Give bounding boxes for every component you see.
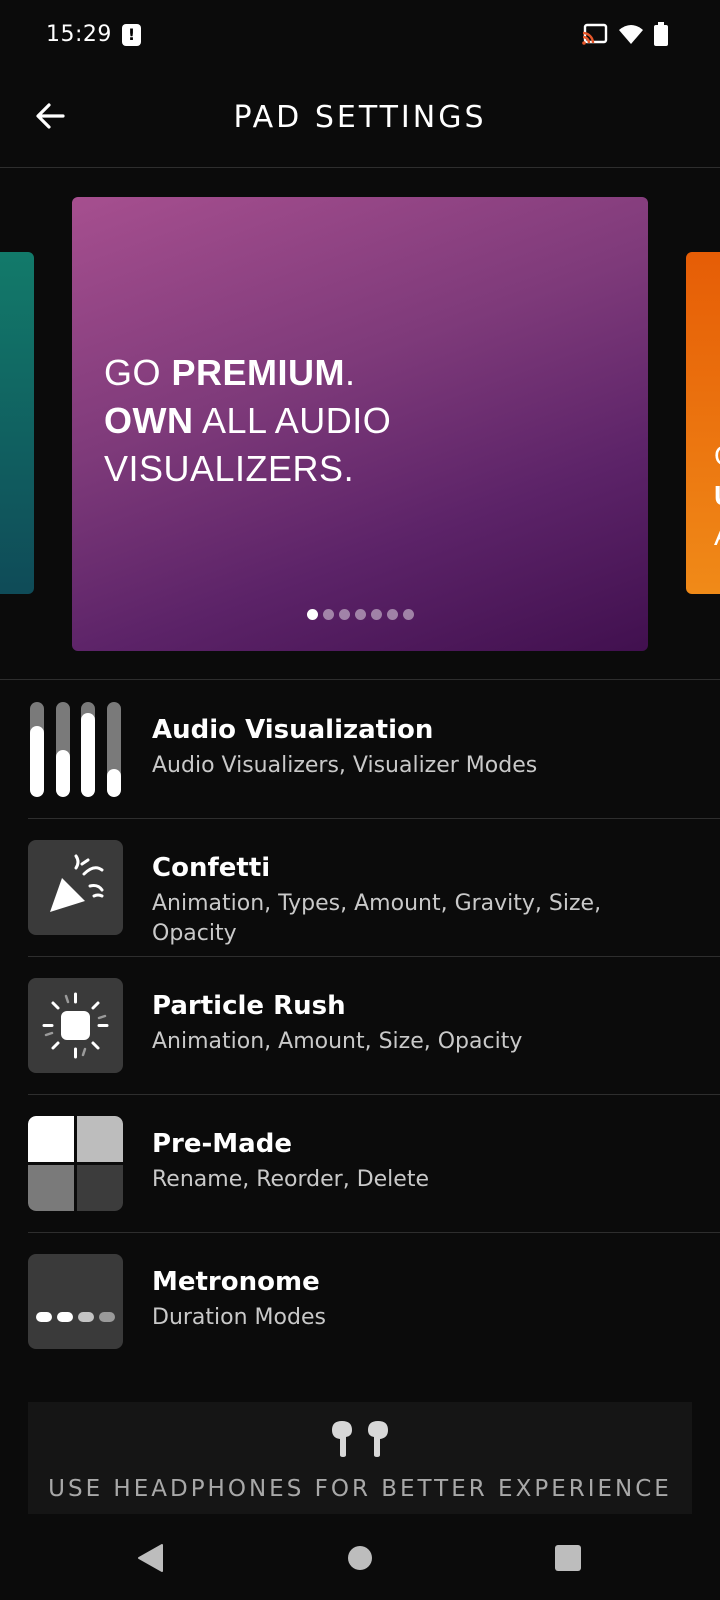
wifi-icon — [619, 25, 643, 44]
card-letter: U — [714, 480, 720, 512]
visualizer-bar — [55, 702, 70, 797]
carousel-card-previous[interactable] — [0, 252, 34, 594]
premium-carousel[interactable]: GO PREMIUM. OWN ALL AUDIO VISUALIZERS. G… — [0, 168, 720, 680]
visualizer-bar-fill — [55, 749, 70, 797]
visualizer-bar — [30, 702, 44, 797]
status-time: 15:29 — [46, 22, 112, 47]
settings-item-subtitle: Audio Visualizers, Visualizer Modes — [152, 753, 538, 778]
circle-home-icon — [348, 1546, 372, 1570]
card-letter: G — [714, 440, 720, 472]
headphones-hint-text: USE HEADPHONES FOR BETTER EXPERIENCE — [48, 1476, 672, 1502]
carousel-dot[interactable] — [403, 609, 414, 620]
visualizer-bar-fill — [81, 713, 96, 797]
settings-item-metronome[interactable]: Metronome Duration Modes — [28, 1233, 720, 1371]
visualizer-bar — [81, 702, 96, 797]
settings-item-title: Audio Visualization — [152, 715, 434, 745]
status-icons — [582, 22, 668, 46]
system-navigation-bar — [0, 1514, 720, 1600]
settings-item-subtitle: Animation, Types, Amount, Gravity, Size,… — [152, 891, 602, 946]
settings-item-particle-rush[interactable]: Particle Rush Animation, Amount, Size, O… — [28, 957, 720, 1095]
battery-icon — [654, 22, 668, 46]
visualizer-bar-fill — [30, 725, 44, 797]
visualizer-bar — [106, 702, 121, 797]
settings-item-audio-visualization[interactable]: Audio Visualization Audio Visualizers, V… — [28, 681, 720, 819]
carousel-dot[interactable] — [371, 609, 382, 620]
pre-made-grid-icon — [28, 1116, 123, 1211]
cast-icon — [582, 23, 608, 45]
headphones-banner: USE HEADPHONES FOR BETTER EXPERIENCE — [28, 1402, 692, 1514]
nav-home-button[interactable] — [336, 1534, 384, 1582]
notification-alert-icon — [122, 24, 141, 46]
carousel-card-next[interactable]: G U A — [686, 252, 720, 594]
settings-item-subtitle: Duration Modes — [152, 1305, 326, 1330]
headline-text: VISUALIZERS. — [104, 448, 355, 489]
settings-item-title: Metronome — [152, 1267, 320, 1297]
settings-item-pre-made[interactable]: Pre-Made Rename, Reorder, Delete — [28, 1095, 720, 1233]
nav-back-button[interactable] — [126, 1534, 174, 1582]
carousel-dot[interactable] — [323, 609, 334, 620]
settings-item-confetti[interactable]: Confetti Animation, Types, Amount, Gravi… — [28, 819, 720, 957]
carousel-page-indicator — [307, 609, 414, 620]
confetti-icon — [28, 840, 123, 935]
settings-list: Audio Visualization Audio Visualizers, V… — [0, 681, 720, 1371]
headline-text: ALL AUDIO — [193, 400, 392, 441]
headline-text: GO — [104, 352, 172, 393]
settings-item-title: Confetti — [152, 853, 271, 883]
carousel-dot[interactable] — [355, 609, 366, 620]
promo-headline: GO PREMIUM. OWN ALL AUDIO VISUALIZERS. — [104, 349, 391, 493]
carousel-dot[interactable] — [339, 609, 350, 620]
status-bar: 15:29 — [0, 0, 720, 72]
settings-item-subtitle: Rename, Reorder, Delete — [152, 1167, 429, 1192]
settings-item-title: Particle Rush — [152, 991, 346, 1021]
headline-text: . — [345, 352, 356, 393]
square-recents-icon — [555, 1545, 581, 1571]
settings-item-title: Pre-Made — [152, 1129, 292, 1159]
particle-rush-icon — [28, 978, 123, 1073]
audio-visualizer-bars-icon — [28, 702, 123, 797]
app-header: PAD SETTINGS — [0, 72, 720, 168]
triangle-back-icon — [138, 1544, 163, 1572]
settings-item-subtitle: Animation, Amount, Size, Opacity — [152, 1029, 523, 1054]
carousel-dot[interactable] — [387, 609, 398, 620]
earbuds-icon — [332, 1421, 388, 1457]
metronome-dots-icon — [28, 1254, 123, 1349]
nav-recents-button[interactable] — [544, 1534, 592, 1582]
headline-text: OWN — [104, 400, 194, 441]
visualizer-bar-fill — [106, 768, 121, 797]
premium-promo-card[interactable]: GO PREMIUM. OWN ALL AUDIO VISUALIZERS. — [72, 197, 648, 651]
headline-text: PREMIUM — [171, 352, 346, 393]
carousel-dot[interactable] — [307, 609, 318, 620]
card-letter: A — [714, 520, 720, 552]
page-title: PAD SETTINGS — [233, 100, 487, 135]
